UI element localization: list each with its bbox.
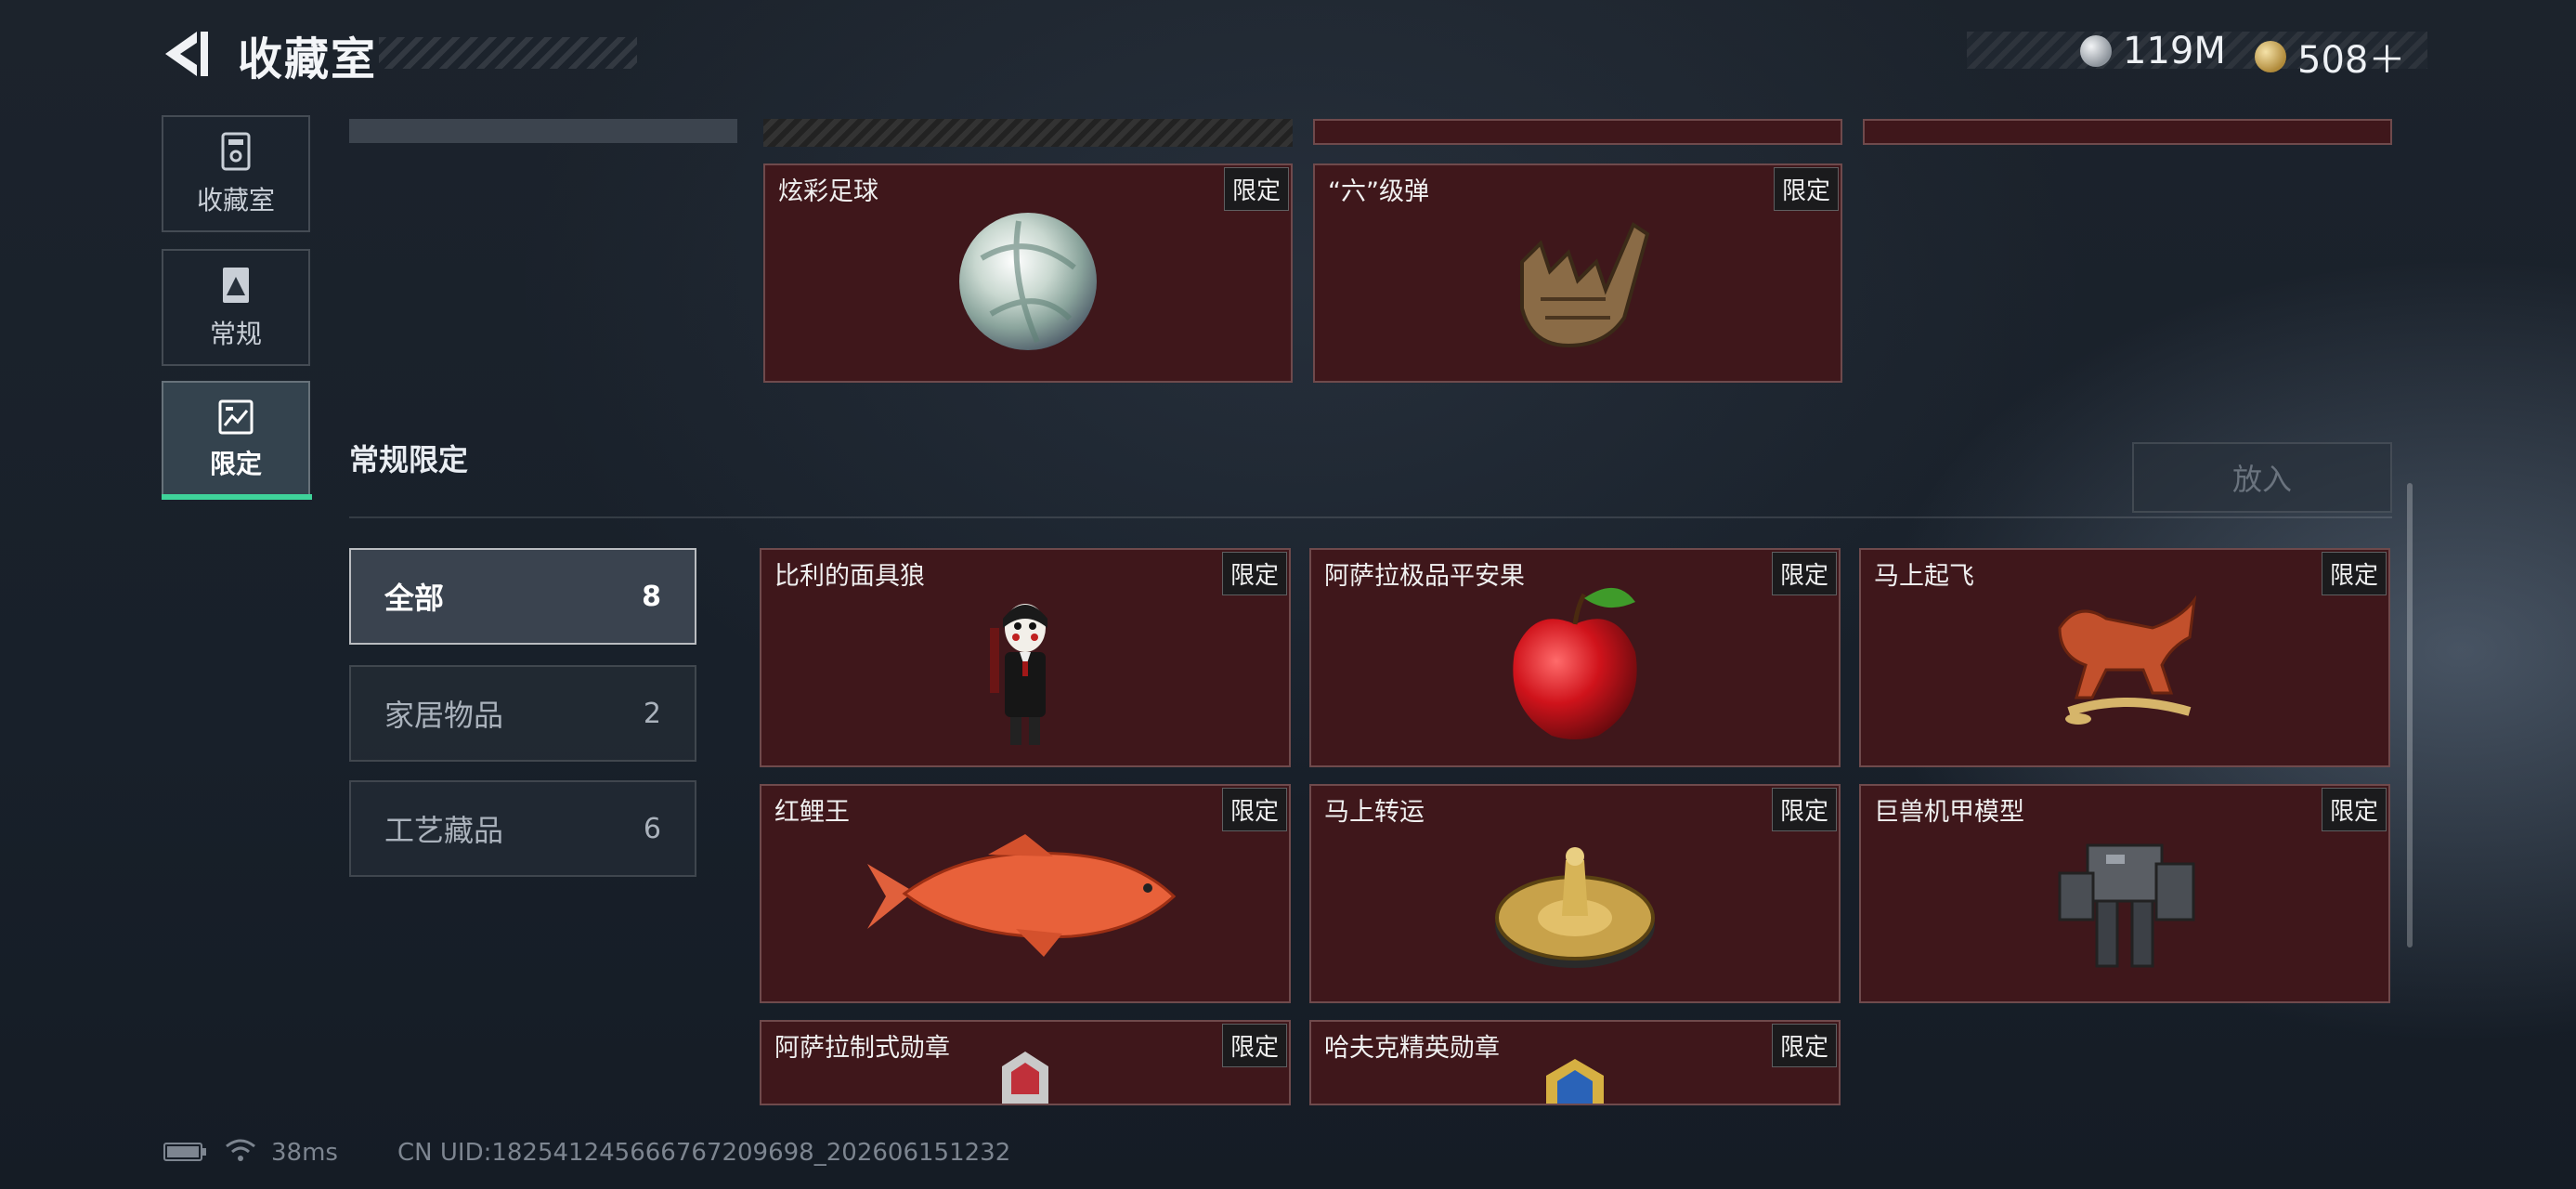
- gold-amount: 508＋: [2297, 39, 2406, 82]
- filter-all[interactable]: 全部 8: [349, 548, 696, 645]
- silver-amount: 119M: [2123, 30, 2226, 72]
- title-decoration: [379, 37, 637, 69]
- partial-card: [1863, 119, 2392, 145]
- filter-label: 全部: [384, 581, 445, 616]
- page-title: 收藏室: [238, 33, 378, 85]
- item-name: 哈夫克精英勋章: [1324, 1034, 1500, 1063]
- item-card[interactable]: “六”级弹 限定: [1313, 163, 1842, 383]
- item-name: “六”级弹: [1328, 177, 1429, 206]
- nav-active-indicator: [162, 494, 312, 500]
- limited-icon: [218, 399, 254, 435]
- nav-limited[interactable]: 限定: [162, 381, 310, 498]
- nav-label: 收藏室: [196, 185, 275, 216]
- partial-card: [349, 119, 737, 143]
- section-title: 常规限定: [349, 442, 469, 477]
- section-divider: [349, 516, 2392, 518]
- item-card[interactable]: 马上起飞 限定: [1859, 548, 2390, 767]
- wifi-icon: [225, 1137, 256, 1171]
- limited-badge: 限定: [2321, 788, 2387, 831]
- ping-value: 38ms: [271, 1139, 338, 1167]
- back-arrow-icon: [165, 32, 208, 76]
- item-name: 比利的面具狼: [774, 562, 925, 591]
- item-card[interactable]: 阿萨拉极品平安果 限定: [1309, 548, 1841, 767]
- item-name: 阿萨拉制式勋章: [774, 1034, 950, 1063]
- silver-coin-icon: [2080, 35, 2112, 67]
- uid-text: CN UID:1825412456667672096​98_2026061512…: [397, 1139, 1011, 1167]
- item-card[interactable]: 红鲤王 限定: [760, 784, 1291, 1003]
- filter-label: 工艺藏品: [384, 813, 504, 848]
- item-name: 马上起飞: [1874, 562, 1974, 591]
- limited-badge: 限定: [1771, 552, 1837, 595]
- limited-badge: 限定: [1221, 552, 1287, 595]
- medal-icon: [1002, 1052, 1048, 1104]
- item-name: 红鲤王: [774, 798, 850, 827]
- fortune-spinner-icon: [1495, 847, 1655, 968]
- nav-label: 常规: [209, 319, 262, 349]
- battery-icon: [163, 1141, 208, 1169]
- filter-count: 8: [642, 580, 661, 613]
- item-card[interactable]: 比利的面具狼 限定: [760, 548, 1291, 767]
- item-name: 巨兽机甲模型: [1874, 798, 2024, 827]
- item-name: 炫彩足球: [778, 177, 878, 206]
- item-card[interactable]: 炫彩足球 限定: [763, 163, 1293, 383]
- nav-label: 限定: [209, 449, 262, 479]
- currency-silver[interactable]: 119M: [2080, 30, 2226, 72]
- filter-label: 家居物品: [384, 698, 504, 733]
- filter-count: 6: [643, 812, 661, 845]
- limited-badge: 限定: [1221, 788, 1287, 831]
- limited-badge: 限定: [1771, 788, 1837, 831]
- item-card[interactable]: 巨兽机甲模型 限定: [1859, 784, 2390, 1003]
- nav-collection[interactable]: 收藏室: [162, 115, 310, 232]
- limited-badge: 限定: [1773, 167, 1839, 211]
- soccer-ball-icon: [959, 213, 1097, 350]
- limited-badge: 限定: [1223, 167, 1289, 211]
- collection-icon: [221, 132, 251, 171]
- scrollbar[interactable]: [2407, 483, 2413, 947]
- filter-count: 2: [643, 697, 661, 730]
- limited-badge: 限定: [2321, 552, 2387, 595]
- medal-icon: [1546, 1059, 1604, 1104]
- filter-crafts[interactable]: 工艺藏品 6: [349, 780, 696, 877]
- item-name: 阿萨拉极品平安果: [1324, 562, 1525, 591]
- apple-icon: [1513, 587, 1637, 739]
- put-in-button[interactable]: 放入: [2132, 442, 2392, 513]
- horse-icon: [2058, 594, 2197, 725]
- carp-icon: [867, 834, 1177, 957]
- back-button[interactable]: [160, 28, 212, 80]
- item-card[interactable]: 马上转运 限定: [1309, 784, 1841, 1003]
- currency-gold[interactable]: 508＋: [2255, 30, 2405, 84]
- regular-icon: [223, 268, 249, 303]
- item-card[interactable]: 哈夫克精英勋章 限定: [1309, 1020, 1841, 1105]
- item-name: 马上转运: [1324, 798, 1425, 827]
- item-card[interactable]: 阿萨拉制式勋章 限定: [760, 1020, 1291, 1105]
- filter-home-items[interactable]: 家居物品 2: [349, 665, 696, 762]
- shaka-hand-icon: [1520, 222, 1650, 348]
- put-in-label: 放入: [2231, 462, 2292, 497]
- limited-badge: 限定: [1221, 1024, 1287, 1067]
- partial-card: [763, 119, 1293, 147]
- puppet-icon: [990, 604, 1047, 745]
- limited-badge: 限定: [1771, 1024, 1837, 1067]
- mech-model-icon: [2058, 843, 2195, 968]
- gold-coin-icon: [2255, 41, 2286, 72]
- partial-card: [1313, 119, 1842, 145]
- nav-regular[interactable]: 常规: [162, 249, 310, 366]
